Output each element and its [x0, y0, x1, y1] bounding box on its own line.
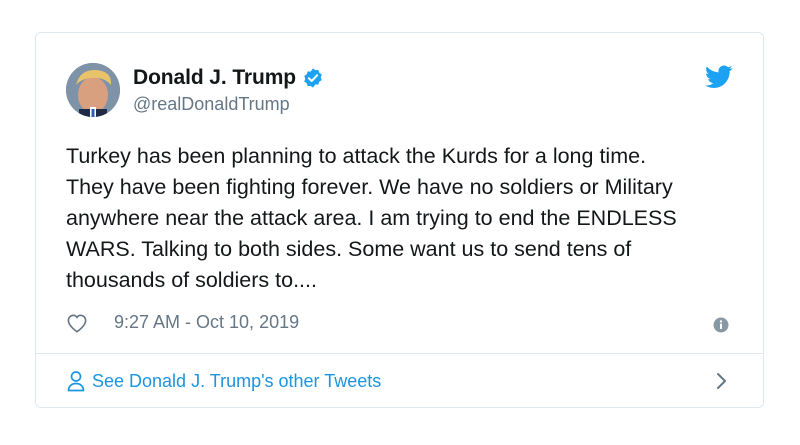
tweet-timestamp[interactable]: 9:27 AM - Oct 10, 2019 — [114, 312, 299, 333]
see-more-tweets-link[interactable]: See Donald J. Trump's other Tweets — [66, 354, 733, 408]
see-more-tweets-label[interactable]: See Donald J. Trump's other Tweets — [92, 371, 381, 392]
avatar[interactable] — [66, 63, 120, 117]
tweet-card: Donald J. Trump @realDonaldTrump Turkey … — [35, 32, 764, 408]
avatar-image — [66, 63, 120, 117]
verified-badge-icon — [302, 67, 324, 89]
twitter-bird-icon[interactable] — [705, 65, 733, 89]
tweet-text: Turkey has been planning to attack the K… — [66, 144, 677, 292]
chevron-right-icon[interactable] — [715, 370, 729, 392]
heart-icon[interactable] — [66, 313, 88, 333]
tweet-meta: 9:27 AM - Oct 10, 2019 — [66, 312, 299, 333]
author-handle[interactable]: @realDonaldTrump — [133, 94, 290, 115]
author-row: Donald J. Trump — [133, 66, 324, 90]
author-name[interactable]: Donald J. Trump — [133, 66, 296, 90]
person-icon — [66, 370, 86, 392]
info-icon[interactable] — [713, 317, 729, 333]
